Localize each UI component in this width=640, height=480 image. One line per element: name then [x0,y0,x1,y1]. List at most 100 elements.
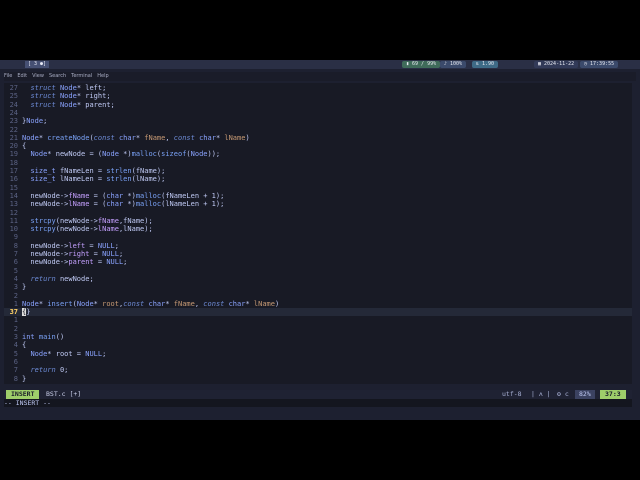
line-code[interactable]: { [22,341,26,349]
line-number: 10 [9,225,18,234]
code-line[interactable]: 21 Node* createNode(const char* fName, co… [4,134,632,142]
code-line[interactable]: 24 [4,109,632,117]
line-code[interactable]: {} [22,308,30,317]
line-code[interactable]: strcpy(newNode->lName,lName); [22,225,152,233]
code-line[interactable]: 27 struct Node* left; [4,84,632,92]
line-number: 27 [9,84,18,92]
line-number: 24 [9,108,18,117]
line-code[interactable]: newNode->parent = NULL; [22,258,127,266]
line-code[interactable]: size_t lNameLen = strlen(lName); [22,175,165,183]
code-line[interactable]: 24 struct Node* parent; [4,101,632,109]
code-line[interactable]: 8 newNode->left = NULL; [4,242,632,250]
code-line[interactable]: 7 newNode->right = NULL; [4,250,632,258]
line-code[interactable]: newNode->right = NULL; [22,250,123,258]
line-code[interactable]: strcpy(newNode->fName,fName); [22,217,152,225]
line-code[interactable]: } [22,375,26,383]
date-module: ▦ 2024-11-22 [534,61,579,68]
code-line[interactable]: 23}Node; [4,117,632,125]
code-line-current[interactable]: 37 {} [4,308,632,317]
line-number: 11 [9,216,18,225]
line-number: 13 [9,200,18,209]
code-line[interactable]: 1 [4,316,632,324]
line-number: 18 [9,158,18,167]
line-number: 7 [13,250,18,258]
code-line[interactable]: 2 [4,292,632,300]
line-number: 1 [13,316,18,325]
line-number: 14 [9,191,18,200]
workspace-indicator[interactable]: [ 3 ●] [25,61,50,68]
menu-terminal[interactable]: Terminal [71,73,92,79]
line-code[interactable]: { [22,142,26,150]
line-number: 37 [9,308,18,317]
code-line[interactable]: 4 return newNode; [4,275,632,283]
line-code[interactable]: struct Node* parent; [22,101,114,109]
code-line[interactable]: 19 Node* newNode = (Node *)malloc(sizeof… [4,150,632,158]
code-line[interactable]: 20 { [4,142,632,150]
menu-view[interactable]: View [32,73,44,79]
desktop-screen: [ 3 ●] ▮ 69 / 99% ♪ 100% ⇅ 1.90 ▦ 2024-1… [0,60,640,420]
code-line[interactable]: 5 [4,267,632,275]
line-code[interactable]: }Node; [22,117,47,125]
line-code[interactable]: struct Node* left; [22,84,106,92]
vim-statusline: INSERT BST.c [+] utf-8 | ʌ | ⚙ c 82% 37:… [4,390,632,399]
code-line[interactable]: 16 size_t lNameLen = strlen(lName); [4,175,632,183]
top-status-bar: [ 3 ●] ▮ 69 / 99% ♪ 100% ⇅ 1.90 ▦ 2024-1… [0,60,640,69]
menu-help[interactable]: Help [97,73,108,79]
code-line[interactable]: 5 Node* root = NULL; [4,350,632,358]
code-line[interactable]: 10 strcpy(newNode->lName,lName); [4,225,632,233]
code-line[interactable]: 9 [4,233,632,241]
status-separator: | ʌ | [531,390,551,398]
line-code[interactable]: newNode->lName = (char *)malloc(lNameLen… [22,200,224,208]
code-line[interactable]: 6 newNode->parent = NULL; [4,258,632,266]
line-code[interactable]: int main() [22,333,64,341]
code-line[interactable]: 18 [4,159,632,167]
code-line[interactable]: 7 return 0; [4,366,632,374]
code-line[interactable]: 13 newNode->lName = (char *)malloc(lName… [4,200,632,208]
code-line[interactable]: 6 [4,358,632,366]
menu-search[interactable]: Search [49,73,66,79]
code-line[interactable]: 3 int main() [4,333,632,341]
code-line[interactable]: 12 [4,209,632,217]
code-line[interactable]: 2 [4,325,632,333]
code-line[interactable]: 15 [4,184,632,192]
line-number: 5 [13,349,18,358]
line-number: 7 [13,366,18,375]
menu-edit[interactable]: Edit [17,73,27,79]
code-line[interactable]: 14 newNode->fName = (char *)malloc(fName… [4,192,632,200]
code-line[interactable]: 4{ [4,341,632,349]
line-code[interactable]: return 0; [22,366,68,374]
code-line[interactable]: 8} [4,375,632,383]
clock-module: ◷ 17:39:55 [580,61,619,68]
volume-module[interactable]: ♪ 100% [440,61,467,68]
code-line[interactable]: 22 [4,126,632,134]
line-code[interactable]: Node* insert(Node* root,const char* fNam… [22,300,279,308]
line-number: 8 [13,374,18,383]
line-code[interactable]: newNode->fName = (char *)malloc(fNameLen… [22,192,224,200]
line-number: 25 [9,92,18,101]
code-editor[interactable]: 27 struct Node* left; 25 struct Node* rig… [4,83,632,384]
line-code[interactable]: newNode->left = NULL; [22,242,119,250]
menu-file[interactable]: File [4,73,12,79]
line-code[interactable]: Node* root = NULL; [22,350,106,358]
line-code[interactable]: } [22,283,26,291]
line-code[interactable]: return newNode; [22,275,93,283]
line-number: 4 [13,274,18,283]
line-number: 19 [9,150,18,159]
code-line[interactable]: 1 Node* insert(Node* root,const char* fNa… [4,300,632,308]
line-number: 24 [9,100,18,109]
line-code[interactable]: Node* newNode = (Node *)malloc(sizeof(No… [22,150,220,158]
line-number: 2 [13,291,18,300]
command-line[interactable]: -- INSERT -- [4,399,632,407]
terminal-menubar: File Edit View Search Terminal Help [4,72,636,81]
line-number: 4 [13,341,18,350]
line-number: 12 [9,208,18,217]
cursor-position: 37:3 [600,390,626,399]
line-code[interactable]: size_t fNameLen = strlen(fName); [22,167,165,175]
code-line[interactable]: 17 size_t fNameLen = strlen(fName); [4,167,632,175]
line-number: 3 [13,333,18,341]
code-line[interactable]: 25 struct Node* right; [4,92,632,100]
line-code[interactable]: Node* createNode(const char* fName, cons… [22,134,250,142]
code-line[interactable]: 3} [4,283,632,291]
line-code[interactable]: struct Node* right; [22,92,110,100]
code-line[interactable]: 11 strcpy(newNode->fName,fName); [4,217,632,225]
